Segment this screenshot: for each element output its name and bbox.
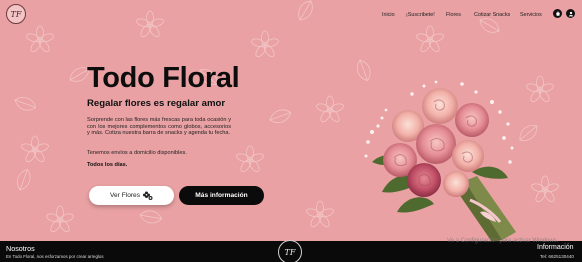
footer-info-title: Información — [537, 244, 574, 251]
hero-title: Todo Floral — [87, 62, 240, 94]
nav-servicios[interactable]: Servicios — [520, 11, 542, 19]
footer-phone[interactable]: Tel: 6625130440 — [540, 254, 574, 259]
hero-description: Sorprende con las flores más frescas par… — [87, 117, 231, 136]
footer-about-title: Nosotros — [6, 244, 35, 253]
days-note: Todos los días. — [87, 162, 128, 168]
shipping-note: Tenemos envíos a domicilio disponibles. — [87, 150, 187, 156]
more-info-button[interactable]: Más información — [179, 186, 264, 205]
hero-subtitle: Regalar flores es regalar amor — [87, 98, 226, 109]
flower-icon — [143, 191, 153, 200]
view-flowers-button[interactable]: Ver Flores — [89, 186, 174, 205]
nav-flores[interactable]: Flores — [446, 11, 461, 19]
cart-icon[interactable] — [553, 9, 562, 18]
footer-logo[interactable]: TF — [278, 240, 302, 262]
nav-suscribete[interactable]: ¡Suscribete! — [406, 11, 435, 19]
view-flowers-label: Ver Flores — [109, 192, 141, 199]
flower-bouquet-image — [364, 80, 516, 242]
footer-about-text: En Todo Floral, nos esforzamos por crear… — [6, 254, 104, 259]
nav-inicio[interactable]: Inicio — [382, 11, 395, 19]
windows-activation-watermark: Ve a Configuración para activar Windows. — [447, 238, 559, 244]
user-icon[interactable] — [566, 9, 575, 18]
logo[interactable]: TF — [6, 4, 26, 24]
nav-cotizar-snacks[interactable]: Cotizar Snacks — [474, 11, 510, 19]
